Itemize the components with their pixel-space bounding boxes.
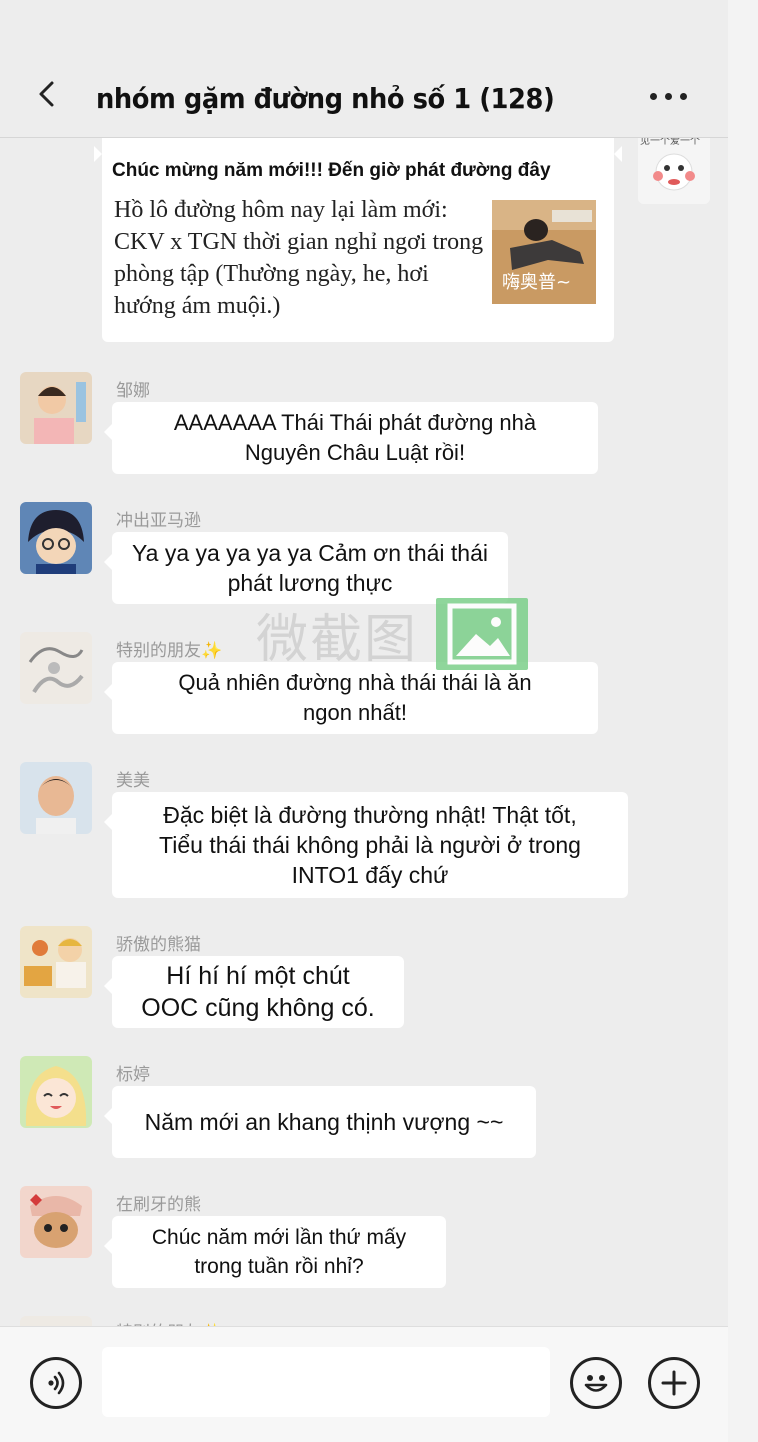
- more-dots-icon: [649, 92, 657, 100]
- message-bubble[interactable]: Hí hí hí một chút OOC cũng không có.: [104, 956, 404, 1028]
- avatar[interactable]: [20, 632, 92, 704]
- message-text: AAAAAAA Thái Thái phát đường nhà Nguyên …: [173, 410, 537, 465]
- ink-painting-avatar-icon: [20, 1316, 92, 1326]
- sender-name: 美美: [116, 771, 150, 790]
- avatar[interactable]: [20, 1056, 92, 1128]
- message-bubble[interactable]: AAAAAAA Thái Thái phát đường nhà Nguyên …: [104, 402, 598, 474]
- message-list[interactable]: 见一个爱一个 Chúc mừng năm mới!!! Đến giờ phát…: [0, 138, 728, 1326]
- message-input[interactable]: [102, 1347, 550, 1417]
- emoji-button[interactable]: [570, 1357, 622, 1409]
- shared-card-description: Hồ lô đường hôm nay lại làm mới: CKV x T…: [114, 197, 484, 319]
- ink-painting-avatar-icon: [20, 632, 92, 704]
- message-text: Năm mới an khang thịnh vượng ~~: [144, 1109, 504, 1135]
- shared-card-title: Chúc mừng năm mới!!! Đến giờ phát đường …: [112, 160, 551, 181]
- message-bubble[interactable]: Quả nhiên đường nhà thái thái là ăn ngon…: [104, 662, 598, 734]
- boy-photo-avatar-icon: [20, 762, 92, 834]
- sender-name: 特别的朋友✨: [116, 1318, 222, 1326]
- back-button[interactable]: [28, 74, 64, 114]
- shared-card-thumbnail: 嗨奥普~: [492, 200, 596, 304]
- child-photo-avatar-icon: [20, 372, 92, 444]
- own-avatar[interactable]: 见一个爱一个: [638, 138, 710, 204]
- avatar[interactable]: [20, 926, 92, 998]
- page-margin: [728, 0, 758, 1442]
- avatar[interactable]: [20, 372, 92, 444]
- cartoon-boy-avatar-icon: [20, 502, 92, 574]
- chat-app: nhóm gặm đường nhỏ số 1 (128) 见一个爱一个 Chú…: [0, 0, 728, 1442]
- snowman-sticker-icon: [638, 138, 710, 204]
- message-text: Hí hí hí một chút OOC cũng không có.: [141, 962, 375, 1022]
- panda-scene-avatar-icon: [20, 926, 92, 998]
- shared-link-card[interactable]: Chúc mừng năm mới!!! Đến giờ phát đường …: [94, 138, 622, 342]
- voice-icon: [48, 1371, 65, 1395]
- thumbnail-caption: 嗨奥普~: [502, 272, 572, 293]
- sender-name: 骄傲的熊猫: [116, 935, 201, 954]
- more-options-button[interactable]: [640, 84, 696, 108]
- message-bubble[interactable]: Đặc biệt là đường thường nhật! Thật tốt,…: [104, 792, 628, 898]
- more-functions-button[interactable]: [648, 1357, 700, 1409]
- cat-photo-avatar-icon: [20, 1186, 92, 1258]
- input-bar: [0, 1326, 728, 1442]
- back-arrow-icon: [39, 81, 54, 107]
- message-bubble[interactable]: Chúc năm mới lần thứ mấy trong tuần rồi …: [104, 1216, 446, 1288]
- avatar[interactable]: [20, 502, 92, 574]
- watermark: 微截图: [256, 598, 536, 670]
- sender-name: 邹娜: [116, 381, 150, 400]
- watermark-image-icon: [436, 598, 528, 670]
- group-title: nhóm gặm đường nhỏ số 1 (128): [96, 82, 555, 115]
- avatar[interactable]: [20, 762, 92, 834]
- sender-name: 标婷: [116, 1065, 150, 1084]
- voice-button[interactable]: [30, 1357, 82, 1409]
- avatar[interactable]: [20, 1316, 92, 1326]
- message-text: Quả nhiên đường nhà thái thái là ăn ngon…: [178, 670, 532, 725]
- message-bubble[interactable]: Năm mới an khang thịnh vượng ~~: [104, 1086, 536, 1158]
- message-text: Chúc năm mới lần thứ mấy trong tuần rồi …: [151, 1226, 407, 1278]
- anime-girl-avatar-icon: [20, 1056, 92, 1128]
- emoji-icon: [584, 1375, 608, 1392]
- sticker-text: 见一个爱一个: [640, 138, 700, 147]
- sender-name: 在刷牙的熊: [116, 1195, 201, 1214]
- watermark-text: 微截图: [256, 609, 419, 670]
- sender-name: 特别的朋友✨: [116, 641, 223, 660]
- avatar[interactable]: [20, 1186, 92, 1258]
- plus-icon: [661, 1370, 687, 1396]
- chat-header: nhóm gặm đường nhỏ số 1 (128): [0, 0, 728, 138]
- message-text: Ya ya ya ya ya ya Cảm ơn thái thái phát …: [132, 540, 488, 596]
- sender-name: 冲出亚马逊: [116, 511, 201, 530]
- message-text: Đặc biệt là đường thường nhật! Thật tốt,…: [159, 802, 581, 888]
- message-bubble[interactable]: Ya ya ya ya ya ya Cảm ơn thái thái phát …: [104, 532, 508, 604]
